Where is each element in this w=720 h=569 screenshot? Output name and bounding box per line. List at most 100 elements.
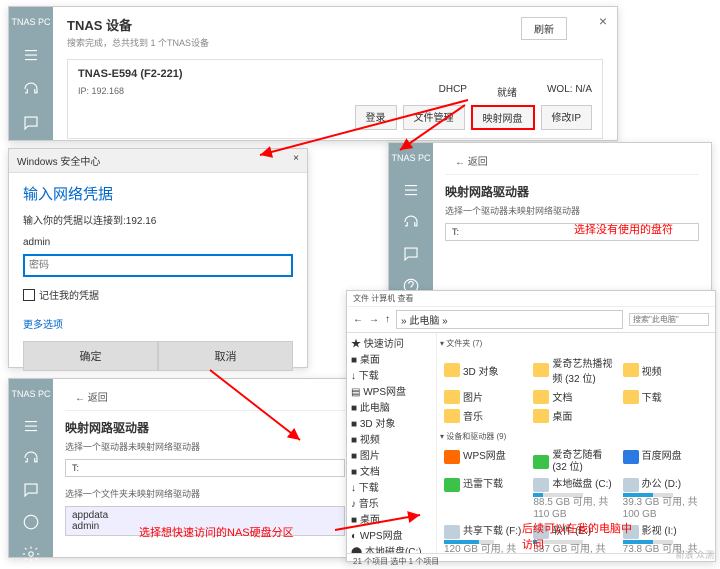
folder-icon bbox=[444, 363, 460, 377]
sidebar: TNAS PC bbox=[389, 143, 433, 291]
headset-icon[interactable] bbox=[21, 79, 41, 99]
folder-item[interactable]: 下载 bbox=[623, 389, 708, 404]
app-logo: TNAS PC bbox=[389, 149, 432, 167]
drive-item[interactable]: WPS网盘 bbox=[444, 450, 529, 474]
password-input[interactable] bbox=[23, 254, 293, 277]
list-icon[interactable] bbox=[21, 417, 41, 435]
cancel-button[interactable]: 取消 bbox=[158, 341, 293, 371]
status-bar: 21 个项目 选中 1 个项目 bbox=[347, 553, 715, 569]
drive-icon bbox=[444, 450, 460, 464]
device-ip: IP: 192.168 bbox=[78, 86, 124, 96]
folder-item[interactable]: 爱奇艺热播视频 (32 位) bbox=[533, 355, 618, 385]
close-icon[interactable]: × bbox=[599, 13, 607, 29]
search-input[interactable] bbox=[629, 313, 709, 326]
sidebar: TNAS PC bbox=[9, 379, 53, 557]
link-label: 就绪 bbox=[497, 84, 517, 99]
folder-item[interactable]: 3D 对象 bbox=[444, 355, 529, 385]
sidebar: TNAS PC bbox=[9, 7, 53, 140]
map-drive-button[interactable]: 映射网盘 bbox=[471, 105, 535, 130]
gear-icon[interactable] bbox=[21, 545, 41, 563]
map-drive-window-2: TNAS PC ← 返回 映射网路驱动器 选择一个驱动器未映射网络驱动器 T: … bbox=[8, 378, 358, 558]
tree-item[interactable]: ↓ 下载 bbox=[351, 481, 432, 497]
folder-option[interactable]: appdata bbox=[72, 510, 338, 521]
login-button[interactable]: 登录 bbox=[355, 105, 397, 130]
drive-item[interactable]: 百度网盘 bbox=[623, 450, 708, 474]
drive-item[interactable]: 办公 (D:)39.3 GB 可用, 共 100 GB bbox=[623, 478, 708, 521]
chat-icon[interactable] bbox=[21, 113, 41, 133]
map-title: 映射网路驱动器 bbox=[445, 183, 699, 200]
drive-item[interactable]: 爱奇艺随看 (32 位) bbox=[533, 450, 618, 474]
tree-item[interactable]: ◐ WPS网盘 bbox=[351, 529, 432, 545]
drive-icon bbox=[623, 478, 639, 492]
dialog-title: Windows 安全中心 bbox=[17, 153, 100, 168]
tree-item[interactable]: ■ 图片 bbox=[351, 449, 432, 465]
tree-item[interactable]: ■ 桌面 bbox=[351, 353, 432, 369]
app-logo: TNAS PC bbox=[9, 385, 52, 403]
nav-back-icon[interactable]: ← bbox=[353, 314, 363, 325]
drive-icon bbox=[533, 478, 549, 492]
address-bar[interactable]: » 此电脑 » bbox=[396, 310, 623, 329]
folder-item[interactable]: 视频 bbox=[623, 355, 708, 385]
tree-item[interactable]: ♪ 音乐 bbox=[351, 497, 432, 513]
folder-icon bbox=[533, 363, 549, 377]
drive-item[interactable]: 本地磁盘 (C:)88.5 GB 可用, 共 110 GB bbox=[533, 478, 618, 521]
tree-item[interactable]: ■ 3D 对象 bbox=[351, 417, 432, 433]
refresh-button[interactable]: 刷新 bbox=[521, 17, 567, 40]
drive-letter-select[interactable]: T: bbox=[65, 459, 345, 477]
map-sub1: 选择一个驱动器未映射网络驱动器 bbox=[65, 440, 345, 453]
change-ip-button[interactable]: 修改IP bbox=[541, 105, 592, 130]
remember-checkbox[interactable]: 记住我的凭据 bbox=[23, 287, 293, 302]
folder-item[interactable]: 桌面 bbox=[533, 408, 618, 423]
credentials-dialog: Windows 安全中心× 输入网络凭据 输入你的凭据以连接到:192.16 a… bbox=[8, 148, 308, 368]
cred-heading: 输入网络凭据 bbox=[23, 183, 293, 204]
watermark: 新浪 众测 bbox=[675, 548, 714, 561]
callout-3: 后续可以在我的电脑中访问 bbox=[522, 520, 642, 552]
section-devices: ▾ 设备和驱动器 (9) bbox=[440, 431, 712, 442]
tree-item[interactable]: ★ 快速访问 bbox=[351, 337, 432, 353]
chat-icon[interactable] bbox=[401, 245, 421, 263]
folder-item[interactable]: 文档 bbox=[533, 389, 618, 404]
tree-item[interactable]: ↓ 下载 bbox=[351, 369, 432, 385]
back-link[interactable]: ← 返回 bbox=[65, 383, 345, 411]
file-mgr-button[interactable]: 文件管理 bbox=[403, 105, 465, 130]
list-icon[interactable] bbox=[21, 45, 41, 65]
device-card: TNAS-E594 (F2-221) IP: 192.168 DHCP 就绪 W… bbox=[67, 59, 603, 139]
nav-up-icon[interactable]: ↑ bbox=[385, 314, 390, 325]
folder-item[interactable]: 音乐 bbox=[444, 408, 529, 423]
headset-icon[interactable] bbox=[401, 213, 421, 231]
nav-tree[interactable]: ★ 快速访问■ 桌面↓ 下载▤ WPS网盘■ 此电脑 ■ 3D 对象 ■ 视频 … bbox=[347, 333, 437, 553]
dhcp-label: DHCP bbox=[439, 84, 467, 99]
folder-icon bbox=[533, 409, 549, 423]
tree-item[interactable]: ■ 此电脑 bbox=[351, 401, 432, 417]
tree-item[interactable]: ■ 文档 bbox=[351, 465, 432, 481]
tree-item[interactable]: ⬤ 本地磁盘(C:) bbox=[351, 545, 432, 553]
nav-fwd-icon[interactable]: → bbox=[369, 314, 379, 325]
map-drive-window-1: TNAS PC ← 返回 映射网路驱动器 选择一个驱动器未映射网络驱动器 T: … bbox=[388, 142, 712, 292]
ok-button[interactable]: 确定 bbox=[23, 341, 158, 371]
folder-icon bbox=[623, 390, 639, 404]
folder-item[interactable]: 图片 bbox=[444, 389, 529, 404]
folder-icon bbox=[623, 363, 639, 377]
more-options-link[interactable]: 更多选项 bbox=[23, 316, 293, 331]
folder-icon bbox=[444, 390, 460, 404]
checkbox-icon bbox=[23, 289, 35, 301]
explorer-menubar[interactable]: 文件 计算机 查看 bbox=[347, 291, 715, 307]
tree-item[interactable]: ■ 视频 bbox=[351, 433, 432, 449]
headset-icon[interactable] bbox=[21, 449, 41, 467]
chat-icon[interactable] bbox=[21, 481, 41, 499]
map-sub2: 选择一个文件夹未映射网络驱动器 bbox=[65, 487, 345, 500]
help-icon[interactable] bbox=[21, 513, 41, 531]
tree-item[interactable]: ■ 桌面 bbox=[351, 513, 432, 529]
cred-sub: 输入你的凭据以连接到:192.16 bbox=[23, 212, 293, 227]
list-icon[interactable] bbox=[401, 181, 421, 199]
tnas-main-window: TNAS PC × TNAS 设备 搜索完成，总共找到 1 个TNAS设备 刷新… bbox=[8, 6, 618, 141]
map-title: 映射网路驱动器 bbox=[65, 419, 345, 436]
drive-item[interactable]: 迅雷下载 bbox=[444, 478, 529, 521]
drive-item[interactable]: 共享下载 (F:)120 GB 可用, 共 415 GB bbox=[444, 525, 529, 553]
close-icon[interactable]: × bbox=[293, 153, 299, 168]
section-folders: ▾ 文件夹 (7) bbox=[440, 338, 712, 349]
folder-icon bbox=[444, 409, 460, 423]
drive-icon bbox=[623, 450, 639, 464]
back-link[interactable]: ← 返回 bbox=[445, 147, 699, 175]
tree-item[interactable]: ▤ WPS网盘 bbox=[351, 385, 432, 401]
